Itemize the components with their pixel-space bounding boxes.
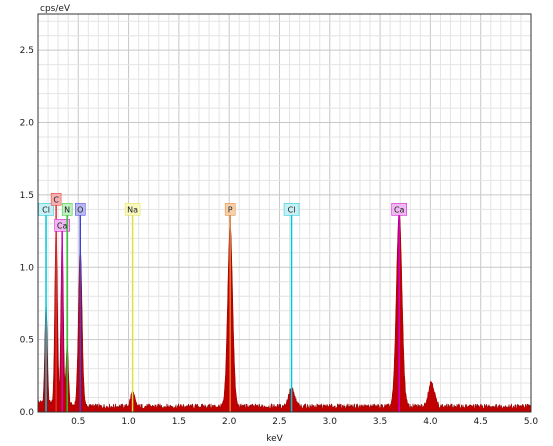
x-tick-label: 4.0: [423, 417, 438, 427]
element-marker-label: Cl: [288, 205, 296, 214]
element-marker-label: C: [53, 195, 59, 204]
y-tick-label: 1.0: [20, 263, 35, 273]
y-tick-label: 2.0: [20, 119, 35, 129]
x-axis-label: keV: [266, 434, 283, 444]
x-tick-label: 3.0: [323, 417, 338, 427]
element-marker-label: O: [77, 205, 83, 214]
x-tick-label: 4.5: [474, 417, 488, 427]
element-marker-label: Ca: [394, 205, 405, 214]
element-markers: ClCCaN O Na P Cl Ca: [38, 193, 407, 412]
element-marker-label: Ca: [57, 221, 68, 230]
x-tick-label: 0.5: [71, 417, 85, 427]
x-tick-label: 2.5: [272, 417, 286, 427]
element-marker-label: Na: [127, 205, 138, 214]
y-axis-label: cps/eV: [40, 4, 71, 14]
y-tick-label: 0.5: [20, 336, 34, 346]
element-marker-label: Cl: [42, 205, 50, 214]
x-tick-label: 2.0: [222, 417, 237, 427]
y-tick-label: 2.5: [20, 46, 34, 56]
x-tick-label: 5.0: [524, 417, 539, 427]
y-tick-label: 0.0: [20, 408, 35, 418]
x-tick-label: 1.5: [172, 417, 186, 427]
element-marker-label: N: [64, 205, 70, 214]
y-tick-label: 1.5: [20, 191, 34, 201]
element-marker-label: P: [228, 205, 233, 214]
x-tick-label: 1.0: [121, 417, 136, 427]
x-tick-label: 3.5: [373, 417, 387, 427]
eds-spectrum-chart: ClCCaN O Na P Cl Ca 0.5 1.0 1.5 2.0 2.5 3.0 3.5 4.0 4…: [20, 4, 539, 444]
